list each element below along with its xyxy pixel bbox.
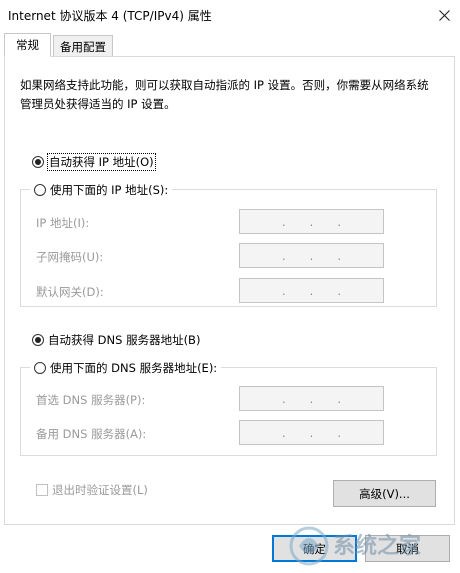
preferred-dns-label: 首选 DNS 服务器(P):	[36, 393, 146, 407]
subnet-mask-input[interactable]: ...	[239, 243, 384, 268]
manual-dns-radio[interactable]: 使用下面的 DNS 服务器地址(E):	[30, 360, 222, 376]
radio-selected-icon	[32, 334, 44, 346]
default-gateway-input[interactable]: ...	[239, 278, 384, 303]
manual-ip-label: 使用下面的 IP 地址(S):	[50, 183, 169, 197]
checkbox-icon	[36, 484, 48, 496]
tab-general[interactable]: 常规	[4, 33, 51, 57]
auto-ip-radio[interactable]: 自动获得 IP 地址(O)	[32, 153, 156, 171]
svg-text:系统之家: 系统之家	[333, 533, 422, 559]
tab-alternate-config[interactable]: 备用配置	[53, 35, 113, 57]
manual-ip-radio[interactable]: 使用下面的 IP 地址(S):	[30, 182, 173, 198]
alternate-dns-input[interactable]: ...	[239, 420, 384, 445]
radio-selected-icon	[32, 156, 44, 168]
ip-address-label: IP 地址(I):	[36, 216, 90, 230]
validate-on-exit-checkbox[interactable]: 退出时验证设置(L)	[36, 482, 148, 498]
preferred-dns-input[interactable]: ...	[239, 386, 384, 411]
alternate-dns-label: 备用 DNS 服务器(A):	[36, 427, 147, 441]
watermark-logo-icon: 系统之家	[289, 526, 422, 566]
radio-unselected-icon	[34, 184, 46, 196]
close-button[interactable]	[428, 0, 460, 30]
validate-on-exit-label: 退出时验证设置(L)	[52, 483, 148, 497]
default-gateway-label: 默认网关(D):	[36, 285, 104, 299]
subnet-mask-label: 子网掩码(U):	[36, 250, 104, 264]
radio-unselected-icon	[34, 362, 46, 374]
ip-address-input[interactable]: ...	[239, 209, 384, 234]
description-text: 如果网络支持此功能，则可以获取自动指派的 IP 设置。否则，你需要从网络系统管理…	[20, 78, 429, 111]
advanced-button[interactable]: 高级(V)...	[333, 480, 436, 507]
auto-dns-radio[interactable]: 自动获得 DNS 服务器地址(B)	[32, 332, 200, 348]
auto-dns-label: 自动获得 DNS 服务器地址(B)	[48, 333, 201, 347]
auto-ip-label: 自动获得 IP 地址(O)	[47, 153, 156, 171]
close-icon	[438, 9, 450, 21]
manual-dns-label: 使用下面的 DNS 服务器地址(E):	[50, 361, 218, 375]
window-title: Internet 协议版本 4 (TCP/IPv4) 属性	[8, 9, 212, 23]
